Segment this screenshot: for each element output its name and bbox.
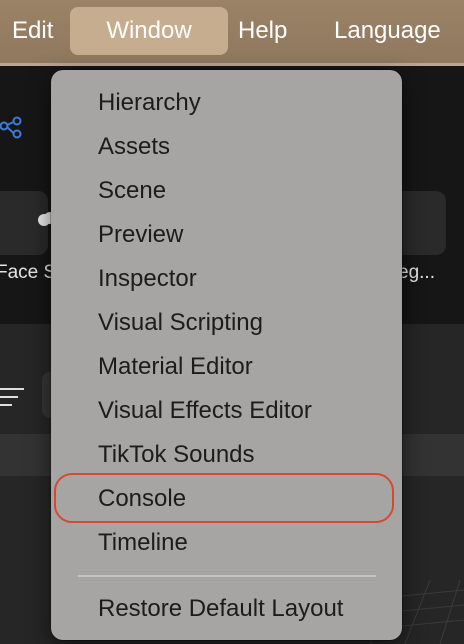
menu-item-material-editor[interactable]: Material Editor (98, 350, 253, 384)
menu-item-hierarchy[interactable]: Hierarchy (98, 86, 201, 120)
menu-item-visual-effects-editor[interactable]: Visual Effects Editor (98, 394, 312, 428)
hierarchy-icon[interactable] (0, 116, 30, 146)
filter-icon[interactable] (0, 386, 26, 408)
menu-item-preview[interactable]: Preview (98, 218, 183, 252)
menu-language[interactable]: Language (322, 7, 453, 55)
menu-item-restore-default-layout[interactable]: Restore Default Layout (98, 592, 343, 626)
face-tile-label: Face S (0, 262, 57, 283)
menu-edit[interactable]: Edit (0, 7, 65, 55)
segmentation-tile-label: eg... (398, 262, 435, 283)
menu-item-tiktok-sounds[interactable]: TikTok Sounds (98, 438, 255, 472)
menu-item-scene[interactable]: Scene (98, 174, 166, 208)
window-menu-dropdown: Hierarchy Assets Scene Preview Inspector… (51, 70, 402, 640)
menu-window[interactable]: Window (70, 7, 228, 55)
menu-item-timeline[interactable]: Timeline (98, 526, 188, 560)
menu-item-console[interactable]: Console (98, 482, 186, 516)
menu-separator (78, 575, 376, 577)
menu-item-visual-scripting[interactable]: Visual Scripting (98, 306, 263, 340)
menu-item-inspector[interactable]: Inspector (98, 262, 197, 296)
menu-item-assets[interactable]: Assets (98, 130, 170, 164)
menu-help[interactable]: Help (226, 7, 299, 55)
menu-bar: Edit Window Help Language (0, 0, 464, 66)
